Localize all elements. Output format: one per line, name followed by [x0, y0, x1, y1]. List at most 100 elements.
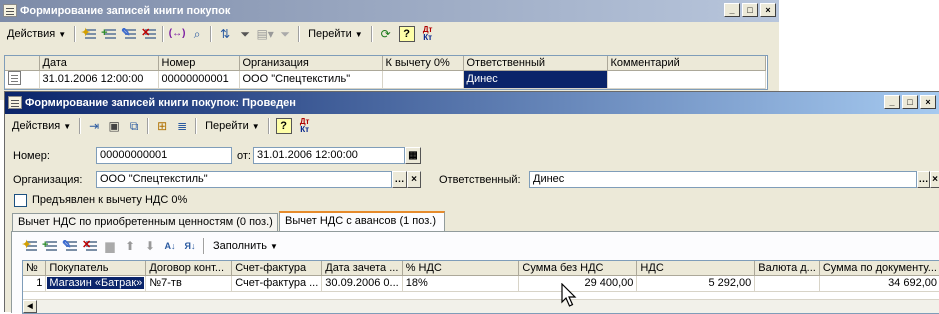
set-interval-icon[interactable]: (↔) — [168, 25, 186, 43]
close-button[interactable]: × — [920, 95, 936, 109]
column-header-offset-date[interactable]: Дата зачета ... — [321, 261, 403, 276]
scroll-left-button[interactable]: ◀ — [23, 300, 37, 313]
back-window-toolbar: Действия ▼ ✦ + ✎ ✕ (↔) ⌕ ⇅ ⏷ ▤▾ ⏷ Перейт… — [2, 23, 438, 45]
copy-row-icon[interactable]: + — [100, 25, 118, 43]
cell-vat-rate[interactable]: 18% — [402, 275, 520, 292]
horizontal-scrollbar[interactable]: ◀ — [23, 299, 939, 313]
organization-clear-button[interactable]: × — [407, 171, 421, 188]
help-icon[interactable]: ? — [275, 118, 292, 134]
maximize-button[interactable]: □ — [902, 95, 918, 109]
debit-credit-icon[interactable]: Дт Кт — [419, 25, 437, 43]
column-header-vat[interactable]: НДС — [636, 261, 756, 276]
vat0-checkbox[interactable] — [14, 194, 27, 207]
minimize-button[interactable]: _ — [724, 3, 740, 17]
column-header-organization[interactable]: Организация — [239, 56, 383, 71]
cell-responsible[interactable]: Динес — [463, 70, 608, 89]
minimize-button[interactable]: _ — [884, 95, 900, 109]
organization-field[interactable]: ООО "Спецтекстиль" — [96, 171, 392, 188]
edit-row-icon[interactable]: ✎ — [120, 25, 138, 43]
column-header-n[interactable]: № — [23, 261, 47, 276]
sort-ascending-icon[interactable]: A↓ — [161, 237, 179, 255]
table-row[interactable]: 31.01.2006 12:00:00 00000000001 ООО "Спе… — [5, 70, 766, 89]
number-field[interactable]: 00000000001 — [96, 147, 232, 164]
print-icon[interactable]: ▣ — [105, 117, 123, 135]
cell-buyer[interactable]: Магазин «Батрак» — [45, 275, 147, 292]
document-window-title: Формирование записей книги покупок: Пров… — [25, 97, 296, 109]
copy-row-icon[interactable]: + — [41, 237, 59, 255]
tab-deduct-acquired[interactable]: Вычет НДС по приобретенным ценностям (0 … — [12, 213, 278, 231]
actions-menu[interactable]: Действия ▼ — [7, 120, 76, 132]
calendar-button[interactable]: ▦ — [405, 147, 421, 164]
cell-invoice[interactable]: Счет-фактура ... — [231, 275, 323, 292]
column-header-contract[interactable]: Договор конт... — [145, 261, 233, 276]
copy-document-icon[interactable]: ⧉ — [125, 117, 143, 135]
row-icon-cell — [5, 70, 40, 89]
debit-credit-icon[interactable]: Дт Кт — [296, 117, 314, 135]
clear-filter-icon: ⏷ — [280, 27, 290, 41]
refresh-icon[interactable]: ⟳ — [377, 25, 395, 43]
find-icon[interactable]: ⌕ — [188, 25, 206, 43]
add-row-icon[interactable]: ✦ — [80, 25, 98, 43]
cell-currency[interactable] — [754, 275, 820, 292]
move-up-icon[interactable]: ⬆ — [121, 237, 139, 255]
delete-row-icon[interactable]: ✕ — [140, 25, 158, 43]
responsible-field[interactable]: Динес — [529, 171, 917, 188]
structure-icon[interactable]: ⊞ — [153, 117, 171, 135]
actions-menu[interactable]: Действия ▼ — [2, 28, 71, 40]
add-row-icon[interactable]: ✦ — [21, 237, 39, 255]
chevron-down-icon: ▼ — [251, 121, 260, 131]
cell-deduct0[interactable] — [382, 70, 464, 89]
column-header-currency[interactable]: Валюта д... — [754, 261, 820, 276]
column-header-number[interactable]: Номер — [158, 56, 240, 71]
date-field[interactable]: 31.01.2006 12:00:00 — [253, 147, 405, 164]
column-header-responsible[interactable]: Ответственный — [463, 56, 608, 71]
column-header-sum-no-vat[interactable]: Сумма без НДС — [518, 261, 638, 276]
advances-table: № Покупатель Договор конт... Счет-фактур… — [22, 260, 939, 314]
sort-icon[interactable]: ⇅ — [216, 25, 234, 43]
cell-buyer-value[interactable]: Магазин «Батрак» — [46, 276, 145, 290]
post-document-icon[interactable]: ⇥ — [85, 117, 103, 135]
table-row[interactable]: 1 Магазин «Батрак» №7-тв Счет-фактура ..… — [23, 275, 939, 292]
column-header-vat-rate[interactable]: % НДС — [402, 261, 520, 276]
column-header-buyer[interactable]: Покупатель — [45, 261, 147, 276]
record-movements-icon[interactable]: ≣ — [173, 117, 191, 135]
maximize-button[interactable]: □ — [742, 3, 758, 17]
filter-list-icon[interactable]: ▤▾ — [256, 25, 274, 43]
delete-row-icon[interactable]: ✕ — [81, 237, 99, 255]
sort-descending-icon[interactable]: Я↓ — [181, 237, 199, 255]
help-icon[interactable]: ? — [398, 26, 415, 42]
goto-menu[interactable]: Перейти ▼ — [200, 120, 265, 132]
cell-offset-date[interactable]: 30.09.2006 0... — [321, 275, 403, 292]
close-button[interactable]: × — [760, 3, 776, 17]
responsible-clear-button[interactable]: × — [930, 171, 939, 188]
column-header-invoice[interactable]: Счет-фактура — [231, 261, 323, 276]
cell-contract[interactable]: №7-тв — [145, 275, 233, 292]
cell-doc-sum[interactable]: 34 692,00 — [819, 275, 939, 292]
cell-n[interactable]: 1 — [23, 275, 47, 292]
cell-vat[interactable]: 5 292,00 — [636, 275, 756, 292]
column-header-icon — [5, 56, 40, 71]
tab-deduct-advances[interactable]: Вычет НДС с авансов (1 поз.) — [279, 211, 445, 231]
cell-organization[interactable]: ООО "Спецтекстиль" — [239, 70, 383, 89]
cell-comment[interactable] — [607, 70, 766, 89]
filter-icon[interactable]: ⏷ — [236, 25, 254, 43]
tab-panel: ✦ + ✎ ✕ ▆ ⬆ ⬇ A↓ Я↓ Заполнить ▼ № Покупа… — [11, 231, 939, 314]
tab-toolbar: ✦ + ✎ ✕ ▆ ⬆ ⬇ A↓ Я↓ Заполнить ▼ — [20, 235, 283, 257]
goto-menu[interactable]: Перейти ▼ — [303, 28, 368, 40]
fill-menu[interactable]: Заполнить ▼ — [208, 240, 283, 252]
move-down-icon[interactable]: ⬇ — [141, 237, 159, 255]
cell-number[interactable]: 00000000001 — [158, 70, 240, 89]
document-window-titlebar[interactable]: Формирование записей книги покупок: Пров… — [5, 92, 939, 114]
responsible-select-button[interactable]: … — [917, 171, 930, 188]
column-header-deduct0[interactable]: К вычету 0% — [382, 56, 464, 71]
column-header-date[interactable]: Дата — [39, 56, 159, 71]
edit-row-icon[interactable]: ✎ — [61, 237, 79, 255]
back-window-titlebar[interactable]: Формирование записей книги покупок _ □ × — [0, 0, 779, 22]
column-header-comment[interactable]: Комментарий — [607, 56, 766, 71]
column-header-doc-sum[interactable]: Сумма по документу... — [819, 261, 939, 276]
chevron-down-icon: ▼ — [58, 29, 67, 39]
vat0-checkbox-label[interactable]: Предъявлен к вычету НДС 0% — [32, 194, 187, 206]
cell-date[interactable]: 31.01.2006 12:00:00 — [39, 70, 159, 89]
organization-select-button[interactable]: … — [392, 171, 407, 188]
advances-header: № Покупатель Договор конт... Счет-фактур… — [23, 261, 939, 276]
